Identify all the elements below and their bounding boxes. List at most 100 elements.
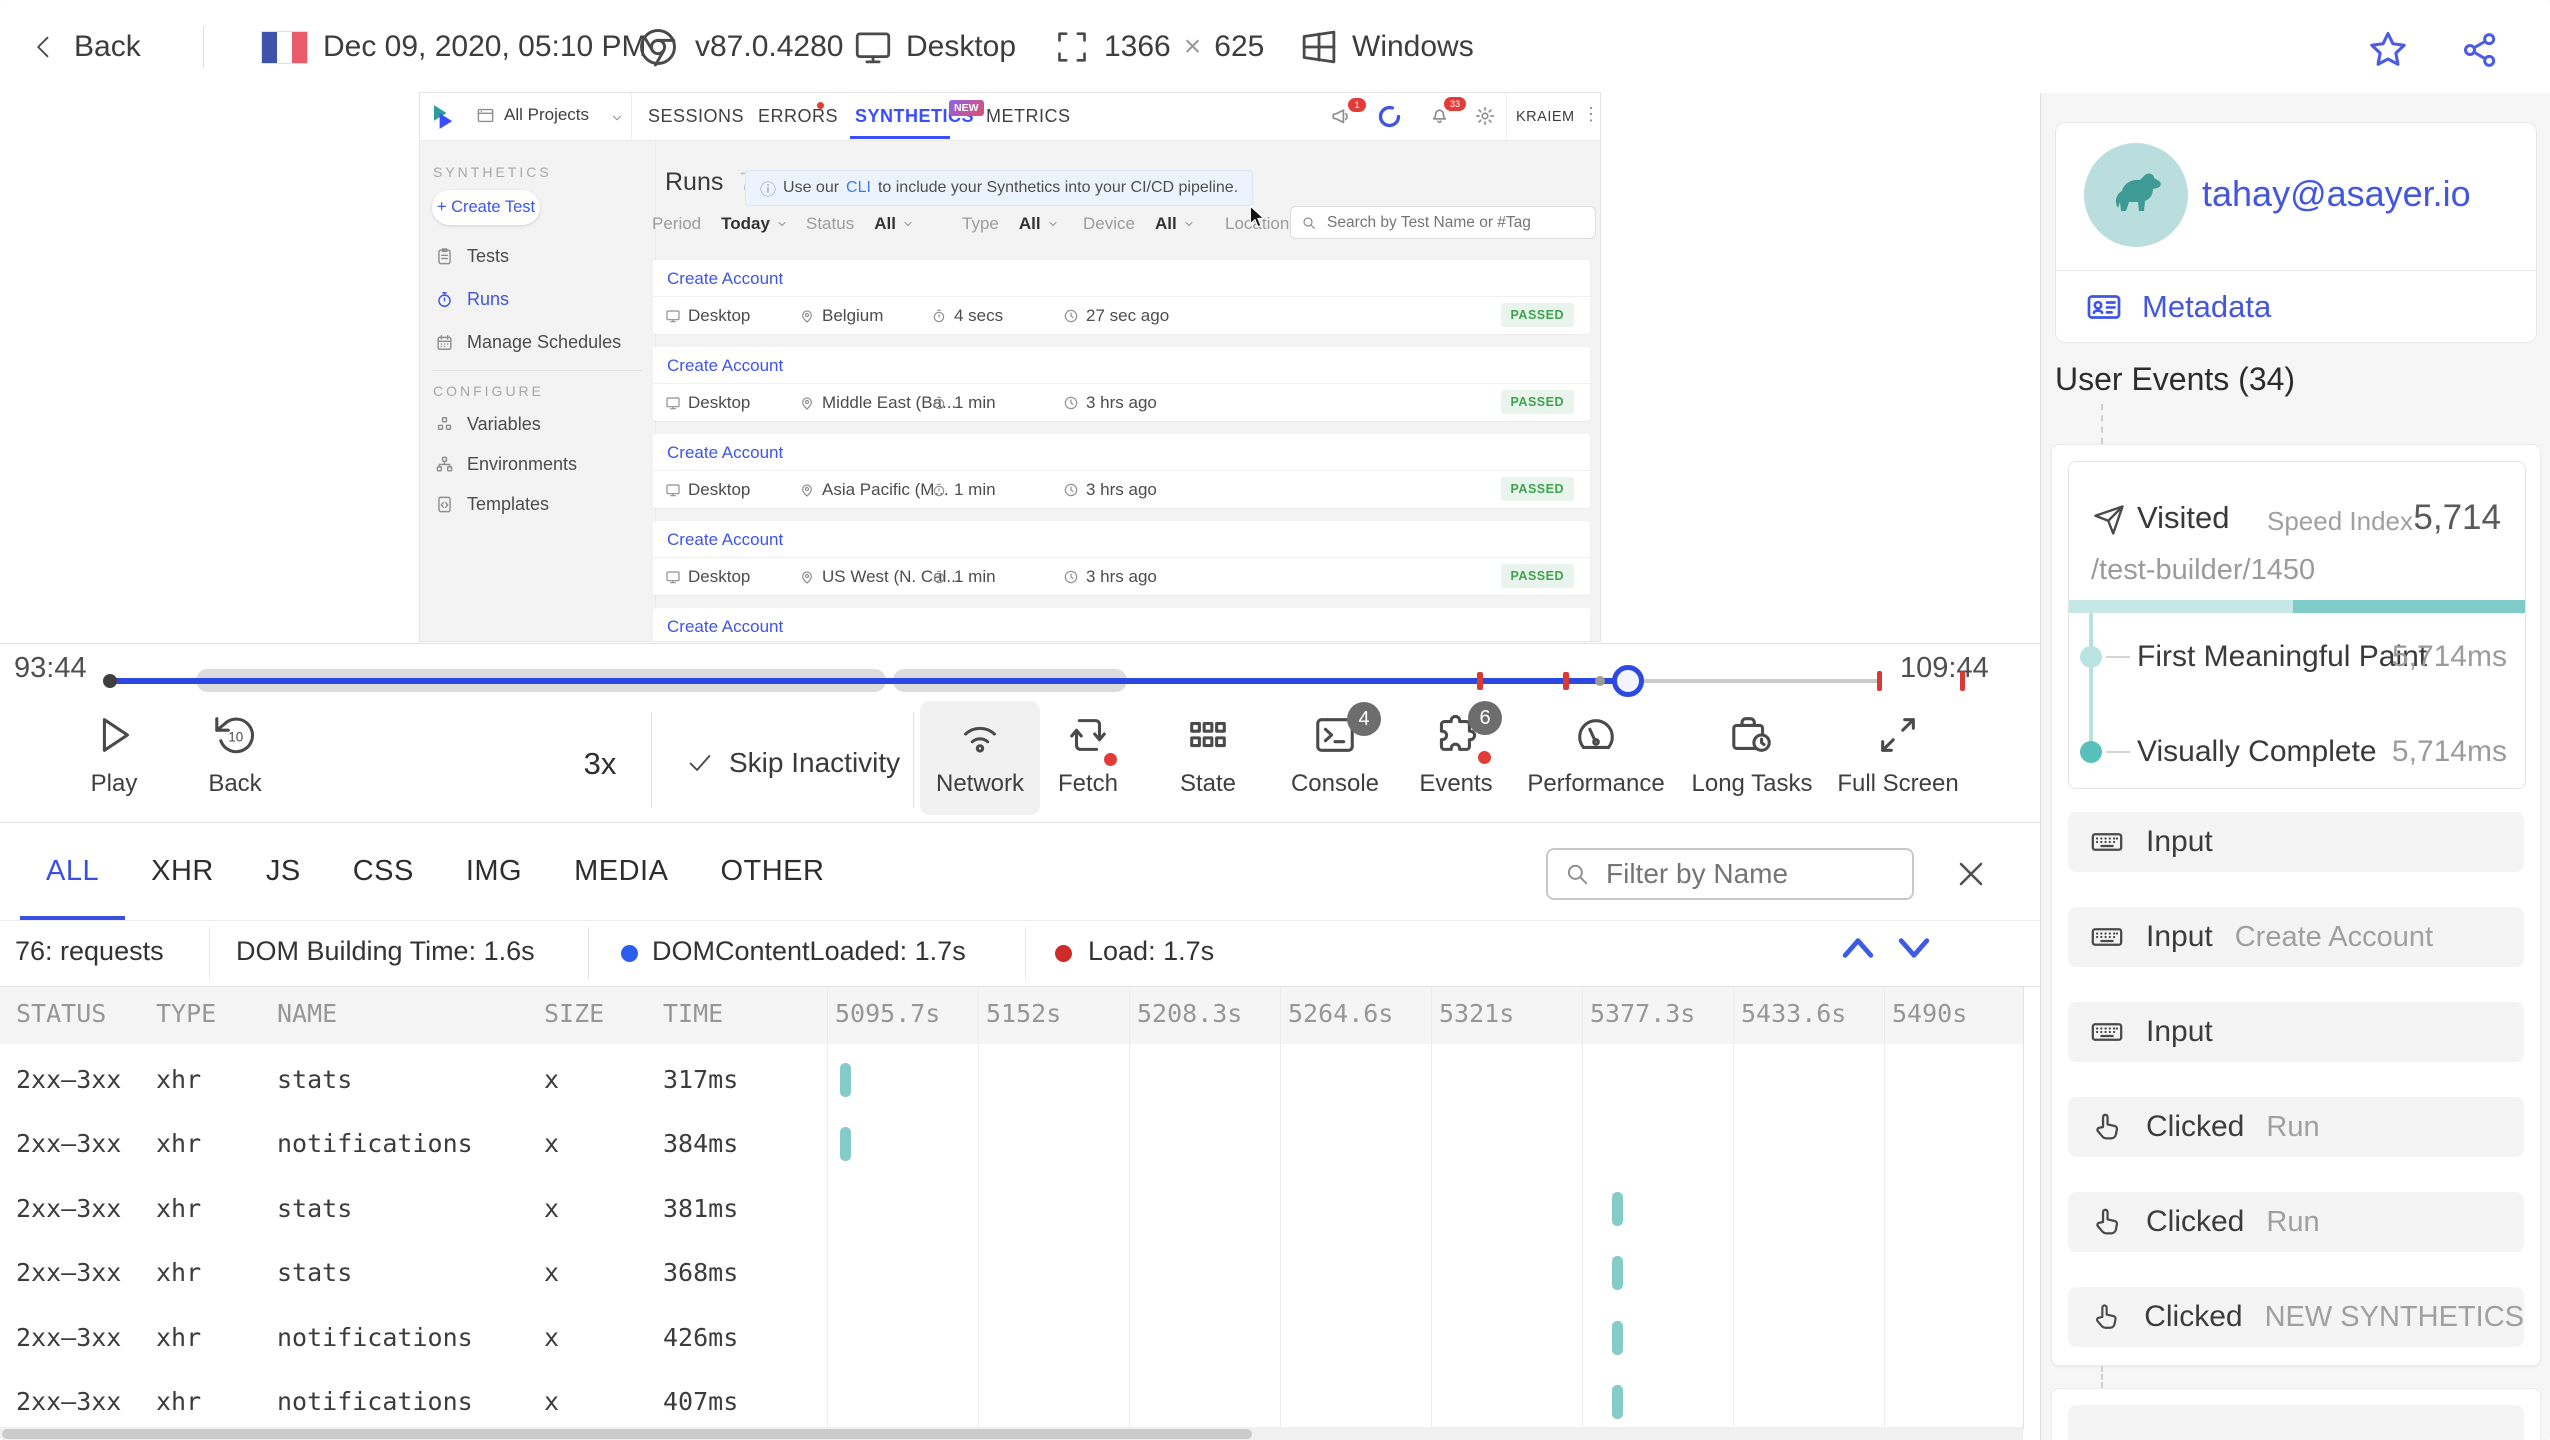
tab-img[interactable]: IMG — [440, 823, 548, 920]
app-tab-metrics[interactable]: METRICS — [986, 106, 1071, 127]
test-search-box[interactable] — [1290, 206, 1596, 239]
network-request-row[interactable]: 2xx–3xx xhr notifications x 384ms — [0, 1112, 2023, 1176]
filter-type[interactable]: Type All — [962, 214, 1059, 234]
sidebar-item-manage-schedules[interactable]: Manage Schedules — [435, 332, 621, 353]
run-card[interactable]: Create Account Desktop Canada (Central) … — [653, 608, 1590, 641]
next-request-chevron-icon[interactable] — [1892, 931, 1936, 965]
state-panel-button[interactable]: State — [1148, 701, 1268, 815]
back-10s-button[interactable]: 10 Back — [175, 701, 295, 815]
event-row-clicked[interactable]: Clicked Run — [2068, 1097, 2524, 1157]
metadata-button[interactable]: Metadata — [2086, 286, 2271, 328]
test-search-input[interactable] — [1325, 212, 1589, 233]
pointer-hand-icon — [2096, 1208, 2119, 1235]
horizontal-scrollbar-thumb[interactable] — [2, 1429, 1252, 1439]
cli-link[interactable]: CLI — [846, 179, 871, 197]
network-request-row[interactable]: 2xx–3xx xhr notifications x 407ms — [0, 1370, 2023, 1434]
event-row-input[interactable]: Input — [2068, 1002, 2524, 1062]
long-tasks-label: Long Tasks — [1691, 770, 1813, 797]
play-button[interactable]: Play — [54, 701, 174, 815]
favorite-star-icon[interactable] — [2366, 28, 2410, 72]
run-name-link[interactable]: Create Account — [653, 608, 1590, 641]
run-name-link[interactable]: Create Account — [653, 347, 1590, 384]
location-pin-icon — [802, 309, 812, 323]
playhead[interactable] — [1612, 665, 1644, 697]
request-size: x — [544, 1258, 560, 1287]
location-pin-icon — [802, 570, 812, 584]
errors-alert-dot — [817, 102, 824, 109]
speed-toggle[interactable]: 3x — [566, 746, 634, 782]
app-tab-sessions[interactable]: SESSIONS — [648, 106, 744, 127]
session-replay-window: Back Dec 09, 2020, 05:10 PM v87.0.4280 D… — [0, 0, 2550, 1440]
tab-other[interactable]: OTHER — [694, 823, 850, 920]
event-value: Create Account — [2234, 920, 2434, 953]
horizontal-scrollbar-track[interactable] — [0, 1427, 2023, 1440]
network-panel-button[interactable]: Network — [920, 701, 1040, 815]
run-card[interactable]: Create Account Desktop Belgium 4 secs 27… — [653, 260, 1590, 334]
request-status: 2xx–3xx — [16, 1065, 122, 1094]
run-name-link[interactable]: Create Account — [653, 521, 1590, 558]
run-card[interactable]: Create Account Desktop Middle East (Ba..… — [653, 347, 1590, 421]
long-tasks-panel-button[interactable]: Long Tasks — [1691, 701, 1813, 815]
event-row-input[interactable]: Input — [2068, 812, 2524, 872]
create-test-button[interactable]: + Create Test — [432, 190, 540, 225]
network-request-row[interactable]: 2xx–3xx xhr stats x 368ms — [0, 1241, 2023, 1305]
filter-value: Today — [721, 214, 770, 233]
run-card[interactable]: Create Account Desktop US West (N. Cal..… — [653, 521, 1590, 595]
close-panel-icon[interactable] — [1956, 859, 1986, 889]
tab-js[interactable]: JS — [240, 823, 327, 920]
progress-segment-light — [2069, 600, 2293, 613]
more-menu-icon[interactable]: ⋮ — [1582, 104, 1600, 125]
event-row-partial[interactable] — [2068, 1405, 2524, 1440]
run-name-link[interactable]: Create Account — [653, 434, 1590, 471]
back-button[interactable]: Back — [30, 24, 141, 70]
variables-icon — [437, 417, 452, 430]
sidebar-item-label: Runs — [467, 289, 510, 309]
run-card[interactable]: Create Account Desktop Asia Pacific (M..… — [653, 434, 1590, 508]
event-connector — [2101, 1366, 2103, 1388]
network-request-row[interactable]: 2xx–3xx xhr stats x 381ms — [0, 1177, 2023, 1241]
filter-by-name-input[interactable] — [1604, 857, 1898, 891]
network-request-row[interactable]: 2xx–3xx xhr stats x 317ms — [0, 1048, 2023, 1112]
filter-status[interactable]: Status All — [806, 214, 914, 234]
loading-spinner-icon — [1378, 105, 1401, 128]
tab-css[interactable]: CSS — [327, 823, 440, 920]
fetch-alert-dot — [1104, 753, 1117, 766]
request-waterfall-bar — [840, 1063, 851, 1097]
sidebar-item-runs[interactable]: Runs — [435, 289, 509, 310]
events-panel-button[interactable]: Events 6 — [1396, 701, 1516, 815]
tab-media[interactable]: MEDIA — [548, 823, 694, 920]
prev-request-chevron-icon[interactable] — [1836, 931, 1880, 965]
full-screen-button[interactable]: Full Screen — [1837, 701, 1959, 815]
app-user-menu[interactable]: KRAIEM — [1516, 109, 1575, 125]
filter-period[interactable]: Period Today — [652, 214, 788, 234]
app-project-selector[interactable]: All Projects — [476, 105, 589, 125]
skip-inactivity-toggle[interactable]: Skip Inactivity — [686, 747, 900, 779]
network-request-row[interactable]: 2xx–3xx xhr notifications x 426ms — [0, 1306, 2023, 1370]
sidebar-item-variables[interactable]: Variables — [435, 414, 541, 435]
request-status: 2xx–3xx — [16, 1129, 122, 1158]
tab-all[interactable]: ALL — [20, 823, 125, 920]
fetch-panel-button[interactable]: Fetch — [1028, 701, 1148, 815]
run-name-link[interactable]: Create Account — [653, 260, 1590, 297]
sidebar-item-environments[interactable]: Environments — [435, 454, 577, 475]
filter-by-name-box[interactable] — [1546, 848, 1914, 900]
sidebar-item-templates[interactable]: Templates — [435, 494, 549, 515]
divider — [2056, 270, 2536, 271]
app-tab-errors[interactable]: ERRORS — [758, 106, 838, 127]
event-row-input[interactable]: Input Create Account — [2068, 907, 2524, 967]
event-row-clicked[interactable]: Clicked Run — [2068, 1192, 2524, 1252]
share-icon[interactable] — [2460, 30, 2500, 70]
timeline-progress — [110, 678, 1628, 684]
tab-xhr[interactable]: XHR — [125, 823, 240, 920]
performance-panel-button[interactable]: Performance — [1527, 701, 1665, 815]
check-icon — [689, 755, 711, 771]
filter-device[interactable]: Device All — [1083, 214, 1195, 234]
gear-icon[interactable] — [1474, 105, 1496, 127]
console-panel-button[interactable]: Console 4 — [1275, 701, 1395, 815]
run-status-badge: PASSED — [1500, 564, 1574, 588]
request-status: 2xx–3xx — [16, 1194, 122, 1223]
event-row-clicked[interactable]: Clicked NEW SYNTHETICS — [2068, 1287, 2524, 1347]
visited-event-card[interactable]: Visited Speed Index 5,714 /test-builder/… — [2068, 461, 2526, 789]
sidebar-item-tests[interactable]: Tests — [435, 246, 509, 267]
user-email[interactable]: tahay@asayer.io — [2202, 173, 2471, 215]
